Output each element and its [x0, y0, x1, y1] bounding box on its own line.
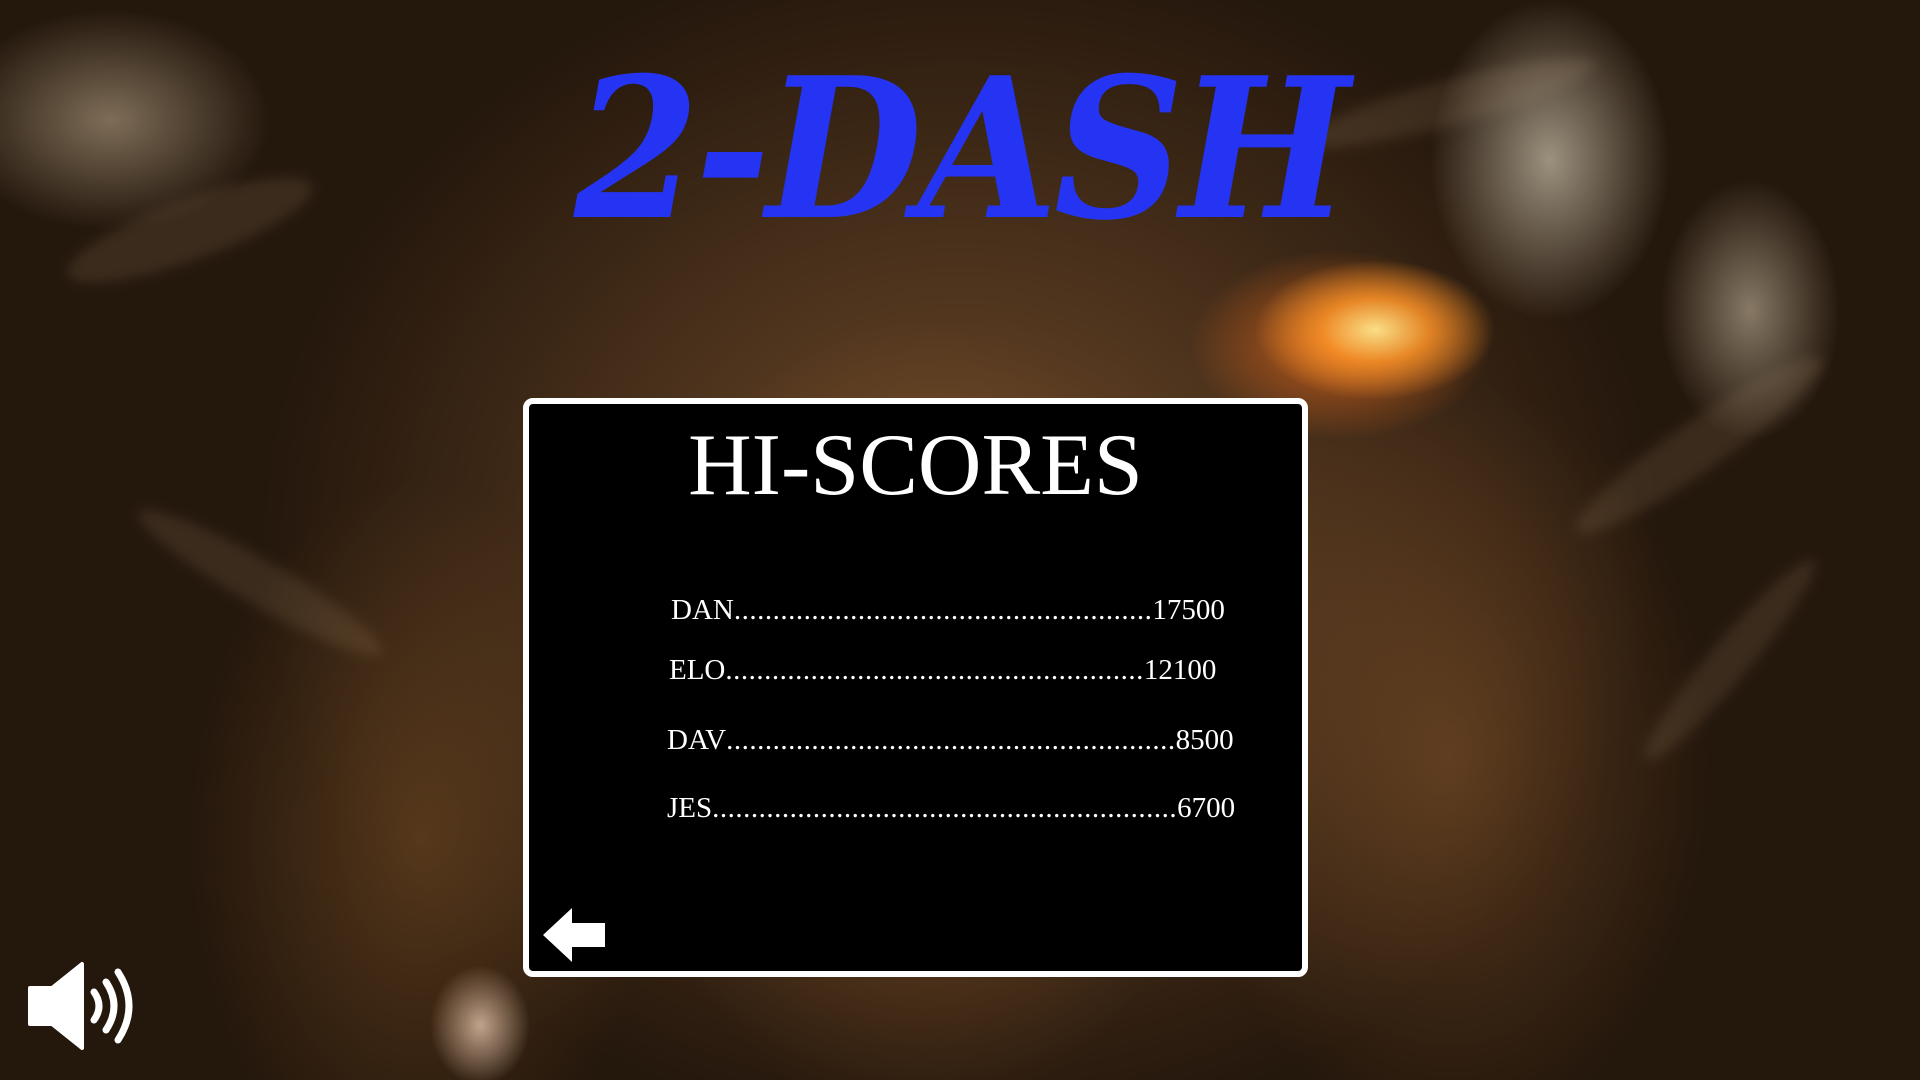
leader-dots: ........................................… — [726, 724, 1176, 756]
leader-dots: ........................................… — [733, 594, 1153, 626]
score-row: DAV.....................................… — [667, 722, 1234, 758]
hiscore-panel: HI-SCORES DAN...........................… — [523, 398, 1308, 977]
sound-toggle-button[interactable] — [28, 960, 143, 1052]
score-row: ELO.....................................… — [669, 652, 1216, 688]
player-score: 6700 — [1177, 792, 1236, 824]
player-score: 8500 — [1175, 724, 1234, 756]
player-score: 12100 — [1143, 654, 1217, 686]
hiscore-heading: HI-SCORES — [688, 417, 1143, 514]
player-name: DAN — [671, 594, 734, 626]
score-row: JES.....................................… — [667, 790, 1235, 826]
back-button[interactable] — [541, 906, 607, 964]
player-name: JES — [667, 792, 713, 824]
speaker-volume-icon — [28, 962, 133, 1050]
player-name: ELO — [669, 654, 726, 686]
score-row: DAN.....................................… — [671, 592, 1225, 628]
arrow-left-icon — [543, 908, 605, 962]
leader-dots: ........................................… — [725, 654, 1144, 686]
leader-dots: ........................................… — [712, 792, 1178, 824]
player-score: 17500 — [1152, 594, 1225, 626]
player-name: DAV — [667, 724, 727, 756]
game-title: 2-DASH — [574, 35, 1350, 264]
